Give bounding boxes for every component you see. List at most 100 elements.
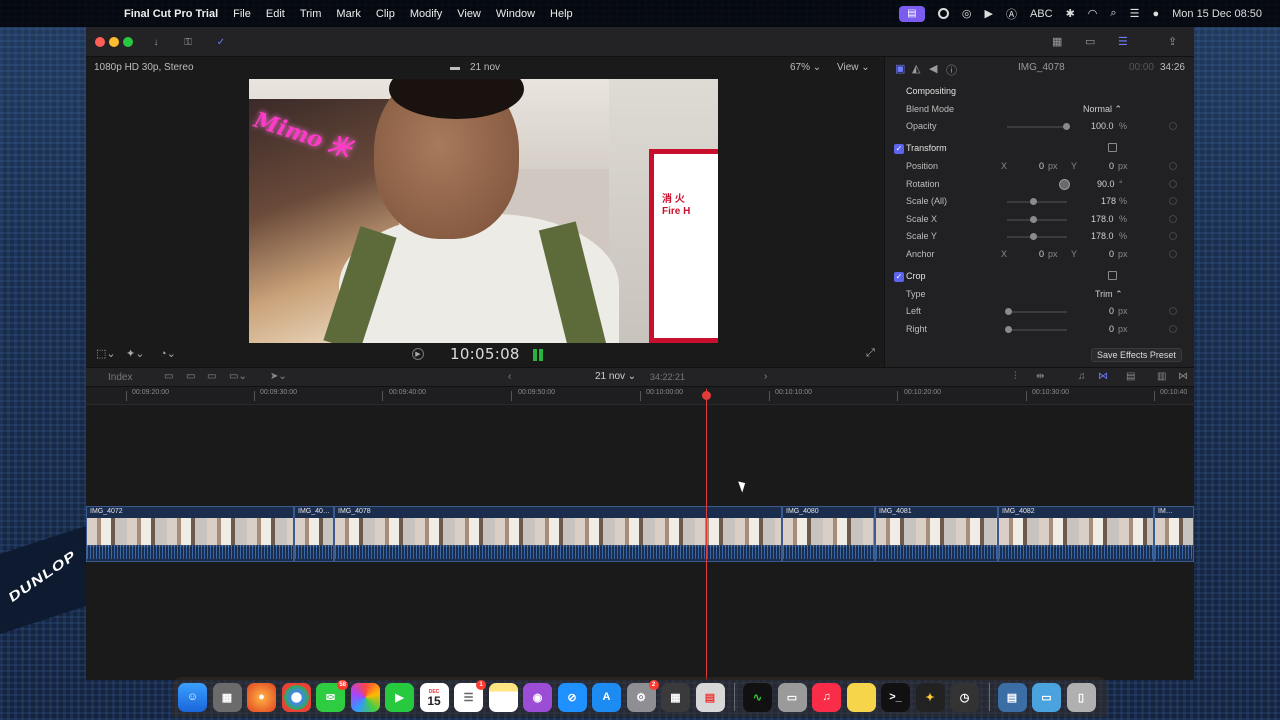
play-icon[interactable]: ▶ [412,348,424,360]
minimize-window-button[interactable] [109,37,119,47]
opacity-slider[interactable] [1007,126,1067,128]
scale-y-slider[interactable] [1007,236,1067,238]
append-clip-icon[interactable]: ▭ [207,371,216,382]
record-status-icon[interactable] [937,8,949,19]
crop-onscreen-icon[interactable] [1108,271,1117,280]
connect-clip-icon[interactable]: ▭ [164,371,173,382]
menu-mark[interactable]: Mark [336,8,360,20]
share-icon[interactable]: ⇪ [1168,35,1177,48]
timeline-clip[interactable]: IMG_4080 [782,506,875,562]
bluetooth-icon[interactable]: ✱ [1066,7,1075,20]
crop-left-value[interactable]: 0 [1109,306,1114,316]
timeline-back-icon[interactable]: ‹ [508,371,511,382]
zoom-window-button[interactable] [123,37,133,47]
control-center-icon[interactable]: ☰ [1130,7,1140,20]
clip-appearance-icon[interactable]: ▤ [1126,371,1135,382]
scale-all-keyframe-icon[interactable] [1169,197,1177,205]
background-tasks-icon[interactable]: ✓ [212,34,230,50]
activity-monitor-icon[interactable]: ∿ [743,682,772,712]
timeline-toggle-icon[interactable]: ▭ [1085,35,1095,48]
scale-x-keyframe-icon[interactable] [1169,215,1177,223]
menu-view[interactable]: View [457,8,481,20]
scale-x-slider-knob[interactable] [1030,216,1037,223]
rotation-value[interactable]: 90.0 [1097,179,1115,189]
project-name[interactable]: 21 nov [595,371,625,382]
video-inspector-icon[interactable]: ▣ [895,62,905,75]
menu-help[interactable]: Help [550,8,573,20]
crop-right-slider-knob[interactable] [1005,326,1012,333]
position-x-value[interactable]: 0 [1039,161,1044,171]
siri-icon[interactable]: ● [1152,8,1159,20]
scale-y-keyframe-icon[interactable] [1169,232,1177,240]
menu-window[interactable]: Window [496,8,535,20]
position-y-value[interactable]: 0 [1109,161,1114,171]
timeline-clip[interactable]: IMG_4081 [875,506,998,562]
crop-right-slider[interactable] [1007,329,1067,331]
transform-tool-icon[interactable]: ⬚⌄ [96,347,116,360]
blend-mode-select[interactable]: Normal ⌃ [1083,104,1122,115]
final-cut-pro-icon[interactable]: ✦ [915,682,945,712]
photos-icon[interactable] [350,682,380,712]
save-effects-preset-button[interactable]: Save Effects Preset [1091,348,1182,362]
menu-file[interactable]: File [233,8,251,20]
safari-icon[interactable]: ⊘ [557,682,587,712]
messages-icon[interactable]: ✉ 58 [316,679,348,712]
opacity-keyframe-icon[interactable] [1169,122,1177,130]
launchpad-icon[interactable]: ▦ [212,682,242,712]
timeline-clip[interactable]: IMG_4078 [334,506,782,562]
snapping-icon[interactable]: ⋈ [1098,371,1108,382]
playhead-handle[interactable] [702,391,711,400]
menu-app-name[interactable]: Final Cut Pro Trial [124,8,218,20]
firefox-icon[interactable]: ● [247,682,276,712]
menu-modify[interactable]: Modify [410,8,442,20]
menu-edit[interactable]: Edit [266,8,285,20]
calendar-icon[interactable]: DEC 15 [419,682,449,712]
overwrite-clip-icon[interactable]: ▭⌄ [229,371,247,382]
timeline-forward-icon[interactable]: › [764,371,767,382]
screenshot-icon[interactable]: ▭ [777,682,807,712]
opacity-value[interactable]: 100.0 [1091,121,1114,131]
finder-icon[interactable]: ☺ [178,682,207,712]
close-window-button[interactable] [95,37,105,47]
terminal-icon[interactable]: >_ [881,682,910,712]
info-inspector-icon[interactable]: ⓘ [946,62,957,78]
crop-checkbox[interactable]: ✓ [894,272,904,282]
opacity-slider-knob[interactable] [1063,123,1070,130]
select-tool-icon[interactable]: ➤⌄ [270,371,287,382]
scale-all-value[interactable]: 178 [1101,196,1116,206]
airdrop-icon[interactable]: ◎ [962,7,972,20]
menu-clock[interactable]: Mon 15 Dec 08:50 [1172,8,1262,20]
timeline-clip[interactable]: IMG_4072 [86,506,294,562]
wifi-icon[interactable]: ◠ [1088,7,1098,20]
input-source-icon[interactable]: Ⓐ [1006,6,1017,22]
browser-toggle-icon[interactable]: ▦ [1052,35,1062,48]
preview-icon[interactable]: ▤ [695,682,725,712]
menu-clip[interactable]: Clip [376,8,395,20]
index-button[interactable]: Index [108,372,132,383]
podcasts-icon[interactable]: ◉ [523,682,552,712]
scale-x-slider[interactable] [1007,219,1067,221]
trash-icon[interactable]: ▯ [1066,682,1096,712]
menu-trim[interactable]: Trim [300,8,322,20]
effects-browser-icon[interactable]: ▥ [1157,371,1166,382]
crop-right-keyframe-icon[interactable] [1169,325,1177,333]
reminders-icon[interactable]: ☰ 1 [454,679,486,712]
project-name-menu[interactable]: 21 nov ⌄ [595,371,636,382]
crop-type-select[interactable]: Trim ⌃ [1095,289,1123,300]
rotation-keyframe-icon[interactable] [1169,180,1177,188]
scale-all-slider[interactable] [1007,201,1067,203]
speed-icon[interactable]: ◔⌄ [160,347,176,360]
rotation-dial[interactable] [1059,179,1070,190]
system-settings-icon[interactable]: ⚙ 2 [626,679,659,712]
calculator-icon[interactable]: ▦ [661,682,690,712]
zoom-menu[interactable]: 67% ⌄ [790,62,821,73]
crop-right-value[interactable]: 0 [1109,324,1114,334]
crop-left-keyframe-icon[interactable] [1169,307,1177,315]
color-inspector-icon[interactable]: ◭ [912,62,920,75]
view-label[interactable]: View [837,62,859,73]
transitions-browser-icon[interactable]: ⋈ [1178,371,1188,382]
timecode-display[interactable]: 10:05:08 [450,345,520,363]
scale-y-value[interactable]: 178.0 [1091,231,1114,241]
playhead[interactable] [706,389,707,680]
zoom-value[interactable]: 67% [790,62,810,73]
